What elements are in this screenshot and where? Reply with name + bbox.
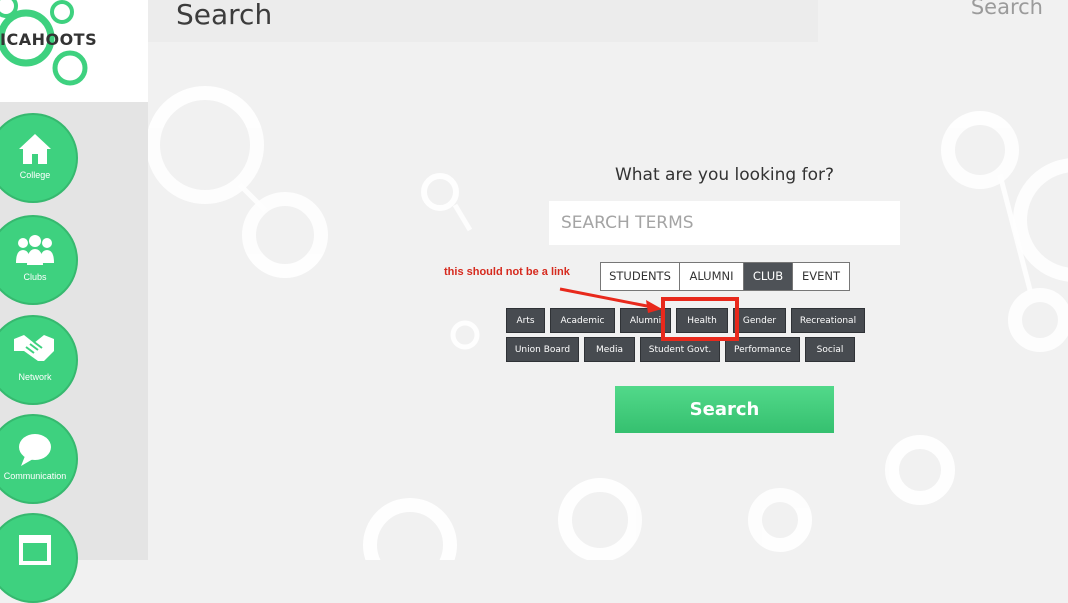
- tag-recreational[interactable]: Recreational: [791, 308, 865, 333]
- search-button[interactable]: Search: [615, 386, 834, 433]
- sidebar-item-label: Communication: [3, 471, 67, 481]
- tab-event[interactable]: EVENT: [793, 263, 849, 290]
- sidebar-item-label: College: [19, 170, 51, 180]
- page-title: Search: [176, 0, 273, 31]
- tag-union-board[interactable]: Union Board: [506, 337, 579, 362]
- background-rings: [146, 86, 1068, 560]
- logo-text: ICAHOOTS: [0, 30, 98, 49]
- tag-arts[interactable]: Arts: [506, 308, 545, 333]
- sidebar-item-label: Network: [18, 372, 52, 382]
- sidebar: ICAHOOTS College Clubs Network Communica…: [0, 0, 148, 603]
- sidebar-item-calendar[interactable]: [0, 513, 78, 603]
- calendar-icon: [19, 535, 51, 565]
- annotation-note: this should not be a link: [444, 266, 570, 278]
- sidebar-item-label: Clubs: [23, 272, 47, 282]
- tag-social[interactable]: Social: [805, 337, 855, 362]
- header-search-link[interactable]: Search: [971, 0, 1043, 19]
- people-icon: [16, 235, 54, 265]
- tab-students[interactable]: STUDENTS: [601, 263, 680, 290]
- tab-club[interactable]: CLUB: [744, 263, 793, 290]
- sidebar-item-college[interactable]: College: [0, 113, 78, 203]
- sidebar-item-network[interactable]: Network: [0, 315, 78, 405]
- home-icon: [19, 134, 51, 164]
- search-prompt: What are you looking for?: [614, 165, 835, 185]
- tag-media[interactable]: Media: [584, 337, 635, 362]
- handshake-icon: [14, 335, 54, 361]
- search-input[interactable]: [549, 201, 900, 245]
- speech-bubble-icon: [19, 434, 51, 466]
- tab-alumni[interactable]: ALUMNI: [680, 263, 744, 290]
- tag-gender[interactable]: Gender: [733, 308, 786, 333]
- search-type-tabs: STUDENTS ALUMNI CLUB EVENT: [600, 262, 850, 291]
- annotation-highlight-box: [661, 297, 739, 341]
- sidebar-item-clubs[interactable]: Clubs: [0, 215, 78, 305]
- tag-academic[interactable]: Academic: [550, 308, 615, 333]
- logo-rings-icon: [0, 0, 88, 86]
- logo[interactable]: ICAHOOTS: [0, 0, 148, 102]
- sidebar-item-communication[interactable]: Communication: [0, 414, 78, 504]
